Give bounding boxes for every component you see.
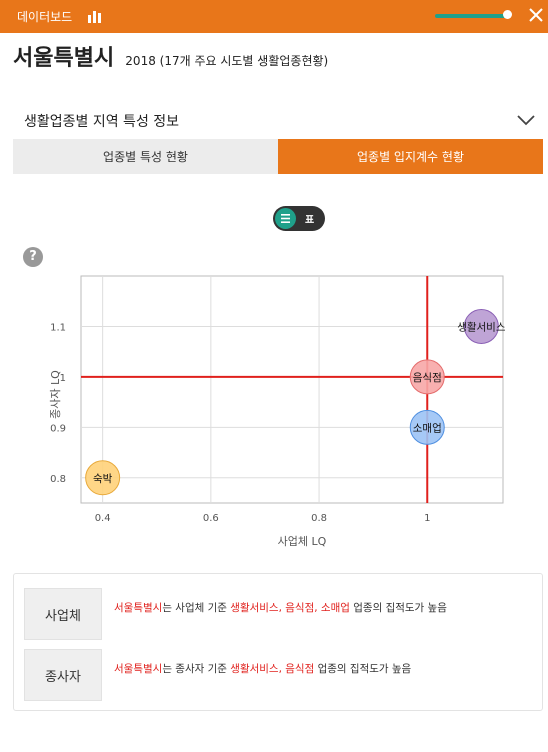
list-icon xyxy=(281,214,290,223)
x-axis-label: 사업체 LQ xyxy=(278,535,327,548)
opacity-slider[interactable] xyxy=(435,14,511,18)
city-name: 서울특별시 xyxy=(114,663,163,675)
toggle-table-label: 표 xyxy=(305,215,315,226)
highlight-industries: 생활서비스, 음식점, 소매업 xyxy=(230,602,350,614)
city-name: 서울특별시 xyxy=(114,602,163,614)
summary-badge: 종사자 xyxy=(24,649,102,701)
view-toggle[interactable]: 표 xyxy=(273,206,325,231)
slider-handle[interactable] xyxy=(503,10,513,19)
summary-box: 사업체 서울특별시는 사업체 기준 생활서비스, 음식점, 소매업 업종의 집적… xyxy=(13,573,543,711)
bar-chart-icon[interactable] xyxy=(87,9,103,23)
summary-text-part: 는 종사자 기준 xyxy=(162,663,231,675)
summary-row-employee: 종사자 서울특별시는 종사자 기준 생활서비스, 음식점 업종의 집적도가 높음 xyxy=(24,649,534,701)
top-bar: 데이터보드 xyxy=(0,0,548,33)
summary-text: 서울특별시는 종사자 기준 생활서비스, 음식점 업종의 집적도가 높음 xyxy=(114,661,411,676)
y-tick-label: 0.8 xyxy=(50,474,66,485)
tab-business-characteristics[interactable]: 업종별 특성 현황 xyxy=(13,139,278,174)
y-tick-label: 0.9 xyxy=(50,423,66,434)
page-subtitle: 2018 (17개 주요 시도별 생활업종현황) xyxy=(125,54,329,68)
x-tick-label: 0.6 xyxy=(203,513,219,524)
x-tick-label: 0.4 xyxy=(95,513,111,524)
summary-text-part: 업종의 집적도가 높음 xyxy=(349,602,447,614)
toggle-knob xyxy=(275,208,296,229)
section-title: 생활업종별 지역 특성 정보 xyxy=(24,114,180,130)
data-point-label: 생활서비스 xyxy=(457,320,506,333)
data-point-label: 소매업 xyxy=(413,421,442,434)
summary-text-part: 는 사업체 기준 xyxy=(162,602,231,614)
x-tick-label: 1 xyxy=(424,513,430,524)
tab-location-quotient[interactable]: 업종별 입지계수 현황 xyxy=(278,139,543,174)
y-axis-label: 종사자 LQ xyxy=(49,370,62,419)
summary-badge: 사업체 xyxy=(24,588,102,640)
lq-scatter-chart: 0.4 0.6 0.8 10.80.911.1사업체 LQ종사자 LQ숙박음식점소매업… xyxy=(49,275,506,548)
data-point-label: 숙박 xyxy=(93,473,113,485)
data-point-label: 음식점 xyxy=(413,372,442,384)
app-title: 데이터보드 xyxy=(17,10,73,24)
close-icon[interactable] xyxy=(526,5,546,25)
summary-text-part: 업종의 집적도가 높음 xyxy=(314,663,412,675)
page-title: 서울특별시 xyxy=(13,46,115,71)
tab-bar: 업종별 특성 현황 업종별 입지계수 현황 xyxy=(13,139,543,174)
plot-area xyxy=(80,275,504,504)
highlight-industries: 생활서비스, 음식점 xyxy=(230,663,315,675)
chevron-down-icon[interactable] xyxy=(516,113,536,127)
summary-row-business: 사업체 서울특별시는 사업체 기준 생활서비스, 음식점, 소매업 업종의 집적… xyxy=(24,588,534,640)
page-header: 서울특별시 2018 (17개 주요 시도별 생활업종현황) xyxy=(13,40,329,71)
y-tick-label: 1.1 xyxy=(50,322,66,333)
x-tick-label: 0.8 xyxy=(311,513,327,524)
summary-text: 서울특별시는 사업체 기준 생활서비스, 음식점, 소매업 업종의 집적도가 높… xyxy=(114,600,447,615)
